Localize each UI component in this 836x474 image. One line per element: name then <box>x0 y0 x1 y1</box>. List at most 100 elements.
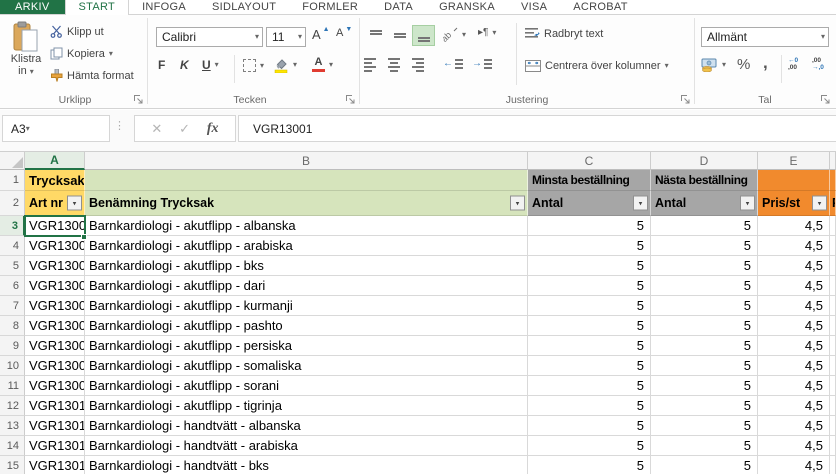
comma-style-button[interactable]: , <box>763 53 768 73</box>
wrap-text-button[interactable]: Radbryt text <box>525 27 603 40</box>
cell-min-order[interactable]: 5 <box>528 336 651 356</box>
ribbon-tab-formler[interactable]: FORMLER <box>289 0 371 14</box>
cell-name[interactable]: Barnkardiologi - akutflipp - persiska <box>85 336 528 356</box>
cell-extra[interactable] <box>830 276 836 296</box>
cell-extra[interactable] <box>830 456 836 474</box>
cell-price[interactable]: 4,5 <box>758 216 830 236</box>
cell-next-order[interactable]: 5 <box>651 356 758 376</box>
row-header[interactable]: 7 <box>0 296 25 316</box>
cell-price[interactable]: 4,5 <box>758 256 830 276</box>
row-header[interactable]: 9 <box>0 336 25 356</box>
name-box[interactable]: A3 ▾ <box>2 115 110 142</box>
cell-name[interactable]: Barnkardiologi - akutflipp - somaliska <box>85 356 528 376</box>
bold-button[interactable]: F <box>158 58 165 72</box>
number-format-combo[interactable]: Allmänt ▾ <box>701 27 829 47</box>
cell-name[interactable]: Barnkardiologi - handtvätt - arabiska <box>85 436 528 456</box>
cell-name[interactable]: Barnkardiologi - handtvätt - bks <box>85 456 528 474</box>
align-center-button[interactable] <box>388 58 400 72</box>
cell-name[interactable]: Barnkardiologi - akutflipp - tigrinja <box>85 396 528 416</box>
row-header[interactable]: 1 <box>0 170 25 191</box>
cell-c1[interactable]: Minsta beställning <box>528 170 651 191</box>
shrink-font-button[interactable]: A▼ <box>336 27 354 39</box>
cell-f1[interactable] <box>830 170 836 191</box>
cell-artnr[interactable]: VGR13010 <box>25 396 85 416</box>
copy-button[interactable]: Kopiera ▾ <box>50 47 113 60</box>
cell-e2[interactable]: Pris/st ▾ <box>758 191 830 216</box>
cell-next-order[interactable]: 5 <box>651 236 758 256</box>
number-dialog-launcher-icon[interactable] <box>820 94 831 105</box>
fill-color-button[interactable]: ▾ <box>274 57 297 73</box>
cell-price[interactable]: 4,5 <box>758 316 830 336</box>
cell-name[interactable]: Barnkardiologi - akutflipp - albanska <box>85 216 528 236</box>
cell-extra[interactable] <box>830 216 836 236</box>
cell-min-order[interactable]: 5 <box>528 276 651 296</box>
column-header-f[interactable] <box>830 152 836 170</box>
row-header[interactable]: 5 <box>0 256 25 276</box>
cell-extra[interactable] <box>830 396 836 416</box>
column-header-a[interactable]: A <box>25 152 85 170</box>
column-header-e[interactable]: E <box>758 152 830 170</box>
font-size-combo[interactable]: 11 ▾ <box>266 27 306 47</box>
clipboard-dialog-launcher-icon[interactable] <box>133 94 144 105</box>
filter-dropdown-icon[interactable]: ▾ <box>812 196 827 211</box>
cell-extra[interactable] <box>830 316 836 336</box>
cell-artnr[interactable]: VGR13002 <box>25 236 85 256</box>
row-header[interactable]: 2 <box>0 191 25 216</box>
decrease-indent-button[interactable]: ← <box>443 58 463 69</box>
grow-font-button[interactable]: A▲ <box>312 27 332 42</box>
alignment-dialog-launcher-icon[interactable] <box>680 94 691 105</box>
cell-price[interactable]: 4,5 <box>758 396 830 416</box>
cell-name[interactable]: Barnkardiologi - akutflipp - dari <box>85 276 528 296</box>
cell-price[interactable]: 4,5 <box>758 376 830 396</box>
cell-artnr[interactable]: VGR13004 <box>25 276 85 296</box>
cut-button[interactable]: Klipp ut <box>50 25 104 38</box>
increase-decimal-button[interactable]: ←0,00 <box>788 57 798 72</box>
increase-indent-button[interactable]: → <box>472 58 492 69</box>
cell-next-order[interactable]: 5 <box>651 256 758 276</box>
cell-next-order[interactable]: 5 <box>651 396 758 416</box>
filter-dropdown-icon[interactable]: ▾ <box>633 196 648 211</box>
cell-artnr[interactable]: VGR13006 <box>25 316 85 336</box>
cell-next-order[interactable]: 5 <box>651 376 758 396</box>
column-header-c[interactable]: C <box>528 152 651 170</box>
column-header-d[interactable]: D <box>651 152 758 170</box>
cell-min-order[interactable]: 5 <box>528 356 651 376</box>
cell-min-order[interactable]: 5 <box>528 296 651 316</box>
cell-artnr[interactable]: VGR13009 <box>25 376 85 396</box>
cell-e1[interactable] <box>758 170 830 191</box>
row-header[interactable]: 10 <box>0 356 25 376</box>
row-header[interactable]: 6 <box>0 276 25 296</box>
row-header[interactable]: 11 <box>0 376 25 396</box>
accounting-format-button[interactable]: ▾ <box>701 57 726 72</box>
align-top-button[interactable] <box>364 25 387 46</box>
cell-d1[interactable]: Nästa beställning <box>651 170 758 191</box>
cancel-icon[interactable]: ✕ <box>151 121 162 137</box>
align-middle-button[interactable] <box>388 25 411 46</box>
cell-extra[interactable] <box>830 376 836 396</box>
row-header[interactable]: 14 <box>0 436 25 456</box>
row-header[interactable]: 13 <box>0 416 25 436</box>
cell-artnr[interactable]: VGR13001 <box>25 216 85 236</box>
row-header[interactable]: 3 <box>0 216 25 236</box>
cell-extra[interactable] <box>830 236 836 256</box>
orientation-button[interactable]: ab ▾ <box>443 27 466 42</box>
text-direction-button[interactable]: ▸¶ ▾ <box>478 27 496 38</box>
row-header[interactable]: 4 <box>0 236 25 256</box>
ribbon-tab-arkiv[interactable]: ARKIV <box>0 0 65 14</box>
cell-next-order[interactable]: 5 <box>651 316 758 336</box>
cell-artnr[interactable]: VGR13003 <box>25 256 85 276</box>
cell-extra[interactable] <box>830 256 836 276</box>
cell-next-order[interactable]: 5 <box>651 436 758 456</box>
percent-style-button[interactable]: % <box>737 56 750 73</box>
cell-next-order[interactable]: 5 <box>651 216 758 236</box>
cell-price[interactable]: 4,5 <box>758 296 830 316</box>
cell-artnr[interactable]: VGR13005 <box>25 296 85 316</box>
row-header[interactable]: 15 <box>0 456 25 474</box>
insert-function-icon[interactable]: fx <box>207 121 219 137</box>
cell-price[interactable]: 4,5 <box>758 356 830 376</box>
cell-min-order[interactable]: 5 <box>528 216 651 236</box>
cell-price[interactable]: 4,5 <box>758 436 830 456</box>
cell-min-order[interactable]: 5 <box>528 236 651 256</box>
cell-min-order[interactable]: 5 <box>528 416 651 436</box>
cell-name[interactable]: Barnkardiologi - akutflipp - kurmanji <box>85 296 528 316</box>
